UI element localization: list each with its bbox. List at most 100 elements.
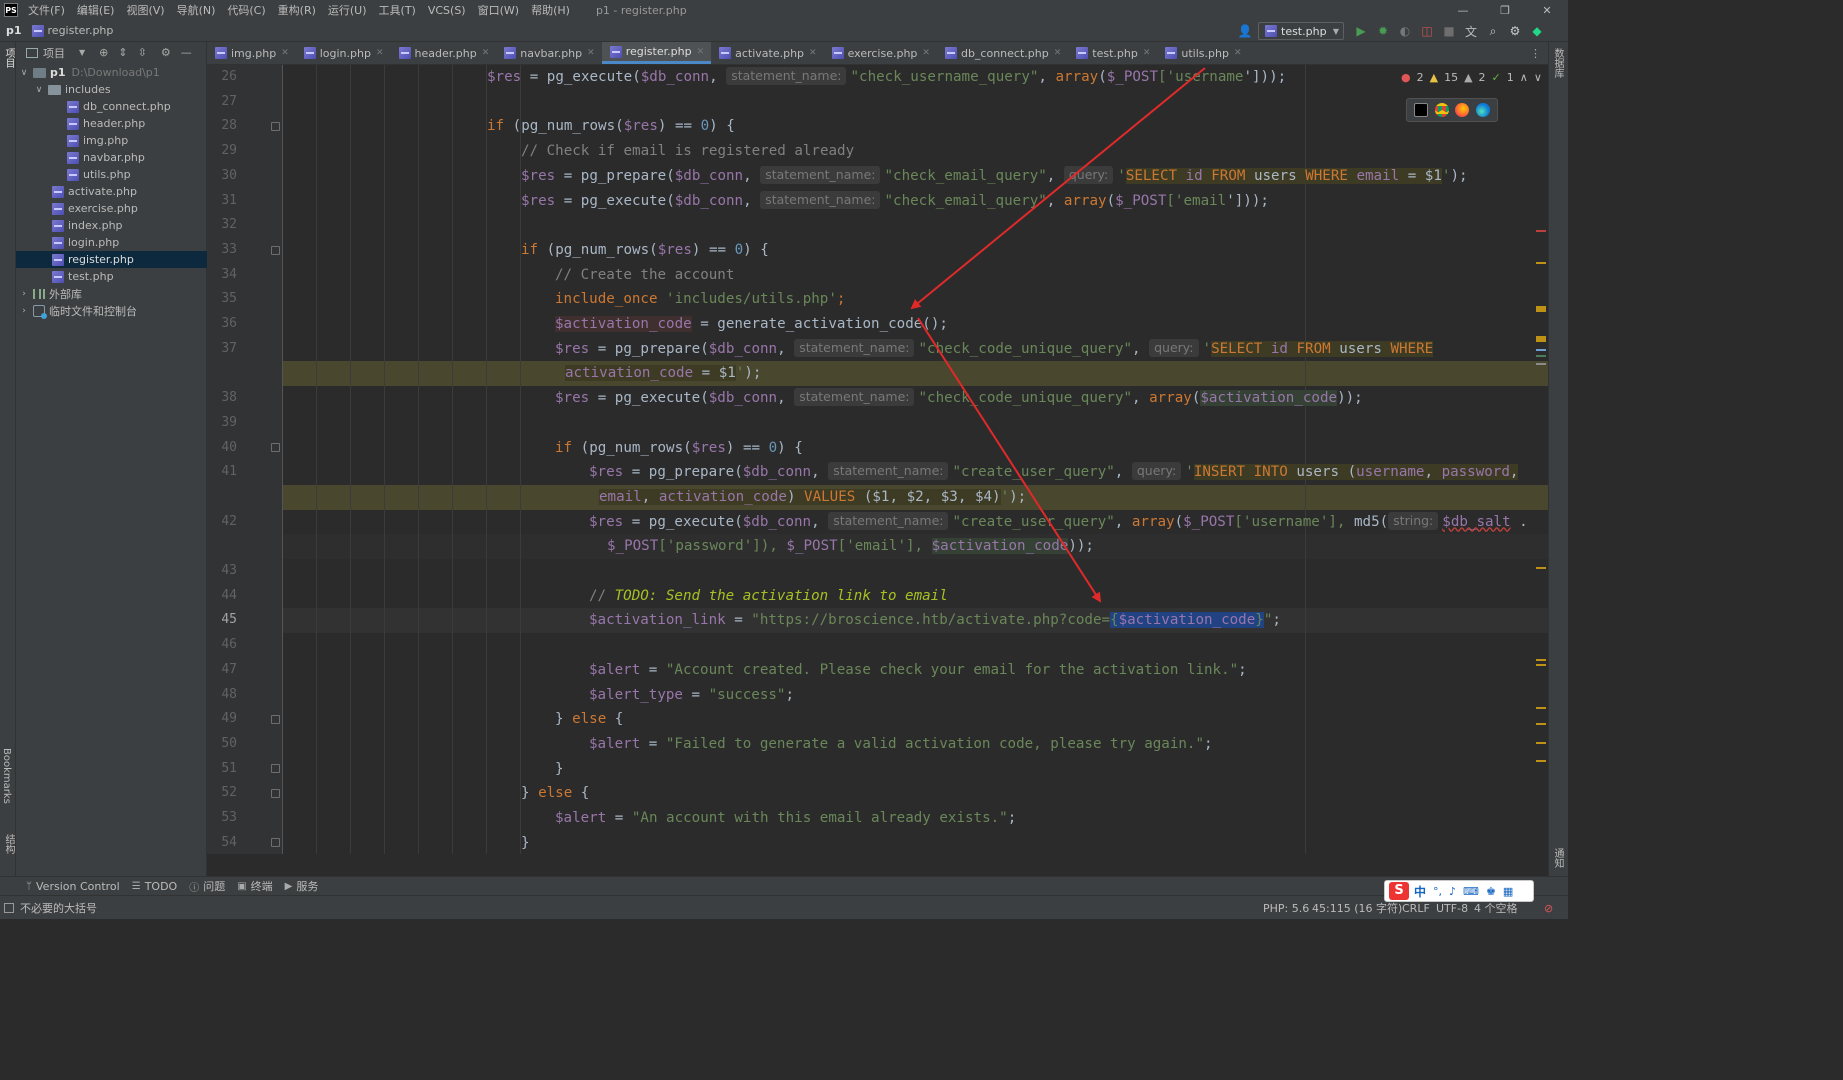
menu-vcs[interactable]: VCS(S) [422, 4, 472, 17]
status-toggle-icon[interactable] [4, 903, 14, 913]
project-panel-title[interactable]: 项目 [43, 45, 65, 61]
chevron-down-icon[interactable]: ∨ [34, 85, 44, 95]
locate-icon[interactable]: ⊕ [99, 46, 108, 59]
breadcrumb-file[interactable]: register.php [31, 24, 113, 37]
search-icon[interactable]: ⌕ [1482, 20, 1504, 42]
chevron-right-icon[interactable]: › [19, 306, 29, 316]
warning-mark[interactable] [1536, 262, 1546, 264]
keyboard-icon[interactable]: ⌨ [1463, 885, 1479, 898]
hide-panel-icon[interactable]: — [181, 46, 192, 59]
close-tab-icon[interactable]: ✕ [1234, 48, 1242, 58]
tab-test[interactable]: test.php ✕ [1068, 42, 1157, 64]
profile-icon[interactable]: ◫ [1416, 20, 1438, 42]
menu-help[interactable]: 帮助(H) [525, 2, 576, 18]
tab-utils[interactable]: utils.php ✕ [1157, 42, 1248, 64]
warning-mark[interactable] [1536, 567, 1546, 569]
skin-icon[interactable]: ♚ [1486, 885, 1496, 898]
chrome-icon[interactable] [1434, 103, 1449, 117]
close-tab-icon[interactable]: ✕ [809, 48, 817, 58]
menu-window[interactable]: 窗口(W) [472, 2, 525, 18]
tab-db-connect[interactable]: db_connect.php ✕ [937, 42, 1068, 64]
fold-marker-icon[interactable] [271, 443, 280, 452]
version-control-button[interactable]: ᛘ Version Control [20, 880, 126, 893]
warning-mark[interactable] [1536, 664, 1546, 666]
fold-marker-icon[interactable] [271, 838, 280, 847]
toolbox-icon[interactable]: ▦ [1503, 885, 1513, 898]
phpstorm-browser-icon[interactable] [1414, 103, 1429, 117]
menu-edit[interactable]: 编辑(E) [71, 2, 121, 18]
lock-icon[interactable]: ⊘ [1544, 896, 1553, 920]
close-tab-icon[interactable]: ✕ [697, 47, 705, 57]
warning-mark[interactable] [1536, 760, 1546, 762]
close-tab-icon[interactable]: ✕ [1054, 48, 1062, 58]
tree-item-login[interactable]: login.php [16, 234, 207, 251]
ime-toolbar[interactable]: S 中 °, ♪ ⌨ ♚ ▦ [1384, 880, 1534, 902]
editor-gutter[interactable]: 26 27 28 29 30 31 32 33 34 35 36 37 38 3… [207, 65, 304, 854]
close-tab-icon[interactable]: ✕ [281, 48, 289, 58]
tab-navbar[interactable]: navbar.php ✕ [496, 42, 601, 64]
menu-view[interactable]: 视图(V) [120, 2, 170, 18]
tab-login[interactable]: login.php ✕ [296, 42, 391, 64]
chevron-right-icon[interactable]: › [19, 289, 29, 299]
coverage-icon[interactable]: ◐ [1394, 20, 1416, 42]
inspection-widget[interactable]: ● 2 ▲ 15 ▲ 2 ✓ 1 ∧ ∨ [1401, 70, 1548, 84]
error-mark[interactable] [1536, 230, 1546, 232]
close-icon[interactable]: ✕ [1532, 0, 1562, 20]
terminal-button[interactable]: ▣ 终端 [231, 878, 278, 894]
tab-activate[interactable]: activate.php ✕ [711, 42, 823, 64]
more-tabs-icon[interactable]: ⋮ [1522, 42, 1548, 64]
menu-refactor[interactable]: 重构(R) [272, 2, 322, 18]
status-message[interactable]: 不必要的大括号 [4, 896, 97, 920]
menu-code[interactable]: 代码(C) [221, 2, 271, 18]
menu-tools[interactable]: 工具(T) [373, 2, 422, 18]
warning-mark[interactable] [1536, 742, 1546, 744]
fold-marker-icon[interactable] [271, 122, 280, 131]
bookmarks-tool-label[interactable]: Bookmarks [1, 748, 12, 804]
project-tool-label[interactable]: 项目 [1, 48, 16, 68]
edge-icon[interactable] [1475, 103, 1490, 117]
tree-item-external-libraries[interactable]: › 外部库 [16, 285, 207, 302]
debug-icon[interactable]: ✹ [1372, 20, 1394, 42]
warning-mark[interactable] [1536, 707, 1546, 709]
tree-item-p1[interactable]: ∨ p1 D:\Download\p1 [16, 64, 207, 81]
tree-item-img[interactable]: img.php [16, 132, 207, 149]
restore-icon[interactable]: ❐ [1490, 0, 1520, 20]
tree-item-index[interactable]: index.php [16, 217, 207, 234]
tab-header[interactable]: header.php ✕ [391, 42, 497, 64]
sogou-logo-icon[interactable]: S [1389, 882, 1409, 900]
tree-item-header[interactable]: header.php [16, 115, 207, 132]
menu-run[interactable]: 运行(U) [322, 2, 373, 18]
warning-mark[interactable] [1536, 306, 1546, 312]
translate-icon[interactable]: 文 [1460, 20, 1482, 42]
code-area[interactable]: $res = pg_execute($db_conn, statement_na… [283, 65, 1548, 854]
close-tab-icon[interactable]: ✕ [376, 48, 384, 58]
code-editor[interactable]: 26 27 28 29 30 31 32 33 34 35 36 37 38 3… [207, 65, 1548, 854]
stop-icon[interactable]: ■ [1438, 20, 1460, 42]
info-mark[interactable] [1536, 349, 1546, 351]
tree-item-utils[interactable]: utils.php [16, 166, 207, 183]
fold-marker-icon[interactable] [271, 715, 280, 724]
tree-item-includes[interactable]: ∨ includes [16, 81, 207, 98]
tree-item-navbar[interactable]: navbar.php [16, 149, 207, 166]
chevron-down-icon[interactable]: ∨ [1534, 71, 1542, 84]
tab-register[interactable]: register.php ✕ [601, 42, 712, 64]
menu-file[interactable]: 文件(F) [22, 2, 71, 18]
error-stripe[interactable] [1536, 230, 1547, 854]
chevron-up-icon[interactable]: ∧ [1520, 71, 1528, 84]
gear-icon[interactable]: ⚙ [161, 46, 171, 59]
tab-img[interactable]: img.php ✕ [207, 42, 296, 64]
fold-marker-icon[interactable] [271, 764, 280, 773]
run-icon[interactable]: ▶ [1350, 20, 1372, 42]
tree-item-activate[interactable]: activate.php [16, 183, 207, 200]
close-tab-icon[interactable]: ✕ [1143, 48, 1151, 58]
chevron-down-icon[interactable]: ∨ [19, 68, 29, 78]
tree-item-test[interactable]: test.php [16, 268, 207, 285]
database-tool-label[interactable]: 数据库 [1550, 48, 1565, 78]
settings-gear-icon[interactable]: ⚙ [1504, 20, 1526, 42]
jetbrains-toolbox-icon[interactable]: ◆ [1526, 20, 1548, 42]
tab-exercise[interactable]: exercise.php ✕ [824, 42, 937, 64]
collapse-all-icon[interactable]: ⇳ [138, 46, 147, 59]
problems-button[interactable]: ⓘ 问题 [183, 878, 231, 894]
php-version[interactable]: PHP: 5.6 [1263, 896, 1309, 920]
chevron-down-icon[interactable]: ▼ [79, 48, 85, 57]
